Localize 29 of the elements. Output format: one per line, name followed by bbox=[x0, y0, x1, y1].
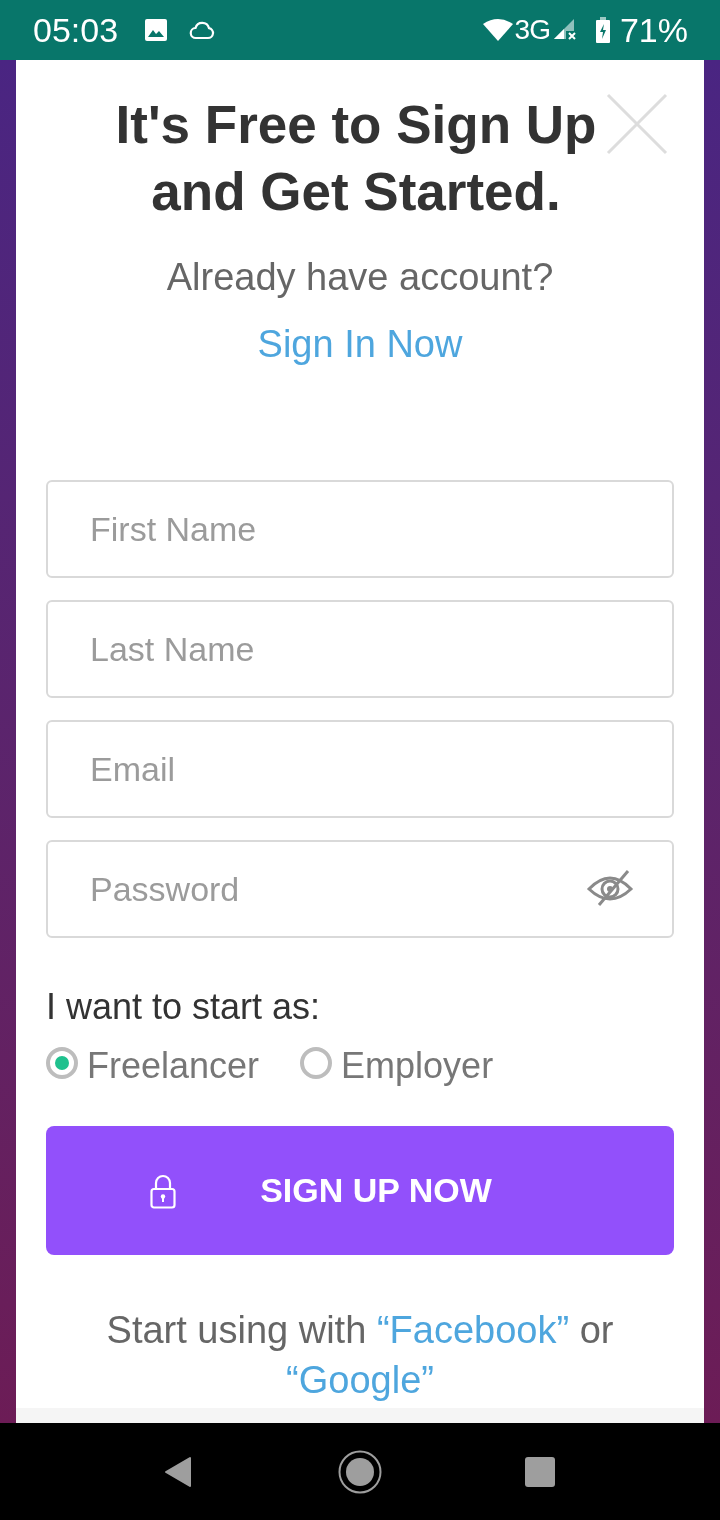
sign-in-link[interactable]: Sign In Now bbox=[257, 323, 463, 365]
recents-icon[interactable] bbox=[525, 1456, 555, 1487]
google-link[interactable]: “Google” bbox=[286, 1359, 434, 1401]
signup-heading: It's Free to Sign Up and Get Started. bbox=[114, 94, 598, 223]
radio-icon[interactable] bbox=[46, 1047, 78, 1079]
network-type: 3G bbox=[514, 16, 550, 44]
lock-icon bbox=[150, 1172, 176, 1209]
clock: 05:03 bbox=[33, 13, 119, 47]
cloud-icon bbox=[189, 20, 216, 40]
image-icon bbox=[145, 19, 168, 41]
battery-icon bbox=[595, 17, 610, 43]
text-field[interactable]: First Name bbox=[46, 480, 674, 578]
eye-slash-icon[interactable] bbox=[586, 869, 634, 907]
signal-icon bbox=[553, 19, 578, 41]
text-field[interactable]: Last Name bbox=[46, 600, 674, 698]
sign-up-button[interactable]: SIGN UP NOW bbox=[46, 1126, 674, 1255]
radio-icon[interactable] bbox=[300, 1047, 333, 1079]
signin-prompt: Already have account? Sign In Now bbox=[165, 255, 555, 367]
text-field[interactable]: Email bbox=[46, 720, 674, 818]
role-option[interactable]: Employer bbox=[300, 1044, 494, 1088]
social-signup-text: Start using with “Facebook” or “Google” bbox=[105, 1308, 615, 1403]
password-field[interactable]: Password bbox=[46, 840, 674, 938]
role-option[interactable]: Freelancer bbox=[46, 1044, 260, 1088]
back-icon[interactable] bbox=[164, 1455, 192, 1488]
facebook-link[interactable]: “Facebook” bbox=[376, 1309, 570, 1351]
home-icon[interactable] bbox=[338, 1449, 382, 1494]
battery-percent: 71% bbox=[619, 13, 688, 47]
wifi-icon bbox=[482, 19, 513, 41]
role-question: I want to start as: bbox=[46, 985, 322, 1029]
